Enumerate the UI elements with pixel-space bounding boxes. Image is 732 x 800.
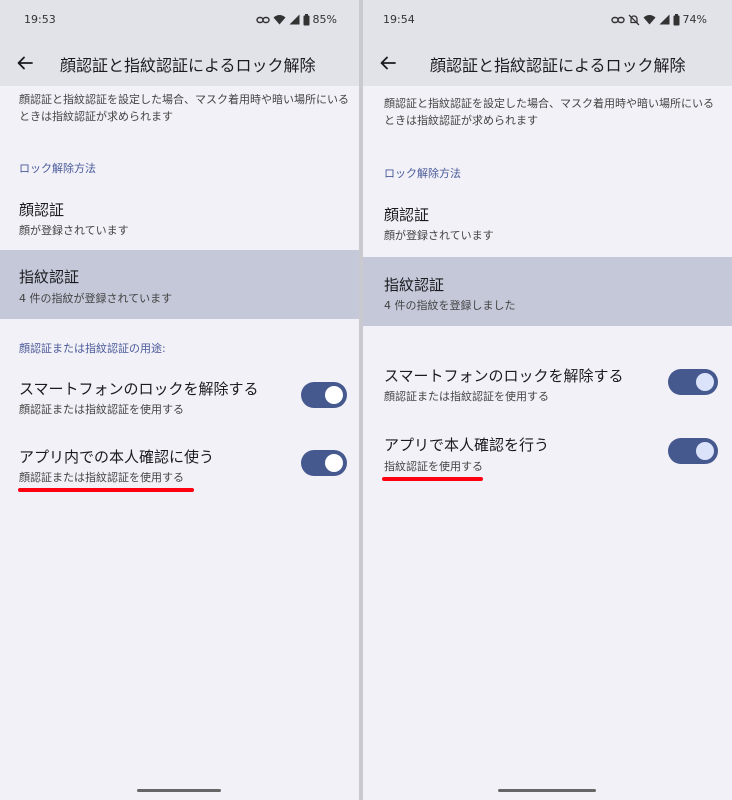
page-title: 顔認証と指紋認証によるロック解除 bbox=[60, 56, 316, 75]
battery-icon bbox=[303, 13, 310, 26]
app-auth-title: アプリで本人確認を行う bbox=[384, 436, 550, 454]
fingerprint-item[interactable]: 指紋認証 4 件の指紋を登録しました bbox=[363, 257, 732, 326]
left-phone-screen: 19:53 85% 顔認証と指紋認証によるロック解除 顔認証と指紋認証を設定した… bbox=[0, 0, 359, 800]
phone-unlock-subtitle: 顔認証または指紋認証を使用する bbox=[19, 403, 184, 416]
toggle-knob bbox=[696, 373, 714, 391]
face-unlock-title: 顔認証 bbox=[19, 201, 65, 219]
app-auth-subtitle: 顔認証または指紋認証を使用する bbox=[19, 471, 184, 484]
status-time: 19:53 bbox=[24, 13, 56, 26]
page-title: 顔認証と指紋認証によるロック解除 bbox=[430, 56, 686, 75]
phone-unlock-toggle[interactable] bbox=[301, 382, 347, 408]
signal-icon bbox=[659, 14, 670, 25]
toggle-knob bbox=[696, 442, 714, 460]
comparison-screenshot: 19:53 85% 顔認証と指紋認証によるロック解除 顔認証と指紋認証を設定した… bbox=[0, 0, 732, 800]
face-unlock-subtitle: 顔が登録されています bbox=[19, 224, 129, 237]
fingerprint-title: 指紋認証 bbox=[19, 268, 80, 286]
wifi-icon bbox=[273, 14, 286, 25]
app-bar: 顔認証と指紋認証によるロック解除 bbox=[0, 40, 359, 86]
description-text: 顔認証と指紋認証を設定した場合、マスク着用時や暗い場所にいるときは指紋認証が求め… bbox=[19, 93, 349, 123]
status-icons: 85% bbox=[255, 13, 337, 26]
status-icons: 74% bbox=[610, 13, 707, 26]
fingerprint-title: 指紋認証 bbox=[384, 276, 445, 294]
description-text: 顔認証と指紋認証を設定した場合、マスク着用時や暗い場所にいるときは指紋認証が求め… bbox=[384, 97, 714, 127]
app-bar: 顔認証と指紋認証によるロック解除 bbox=[363, 40, 732, 86]
right-phone-screen: 19:54 74% 顔認証と指紋認証によるロック解除 顔認証と指紋認証を設定した… bbox=[363, 0, 732, 800]
battery-icon bbox=[673, 13, 680, 26]
status-bar: 19:53 85% bbox=[0, 0, 359, 40]
back-arrow-icon[interactable] bbox=[14, 52, 36, 74]
app-auth-subtitle: 指紋認証を使用する bbox=[384, 460, 483, 473]
mute-icon bbox=[628, 14, 640, 26]
gesture-nav-bar[interactable] bbox=[498, 789, 596, 792]
unlock-method-header: ロック解除方法 bbox=[384, 167, 461, 180]
fingerprint-subtitle: 4 件の指紋が登録されています bbox=[19, 292, 173, 305]
annotation-underline bbox=[382, 477, 483, 481]
phone-unlock-subtitle: 顔認証または指紋認証を使用する bbox=[384, 390, 549, 403]
status-time: 19:54 bbox=[383, 13, 415, 26]
usage-section-header: 顔認証または指紋認証の用途: bbox=[19, 342, 166, 355]
phone-unlock-title: スマートフォンのロックを解除する bbox=[384, 367, 624, 385]
link-icon bbox=[255, 15, 270, 25]
fingerprint-subtitle: 4 件の指紋を登録しました bbox=[384, 299, 516, 312]
phone-unlock-title: スマートフォンのロックを解除する bbox=[19, 380, 259, 398]
link-icon bbox=[610, 15, 625, 25]
face-unlock-title: 顔認証 bbox=[384, 206, 430, 224]
back-arrow-icon[interactable] bbox=[377, 52, 399, 74]
battery-percent: 74% bbox=[682, 13, 707, 26]
signal-icon bbox=[289, 14, 300, 25]
app-auth-toggle[interactable] bbox=[668, 438, 718, 464]
face-unlock-subtitle: 顔が登録されています bbox=[384, 229, 494, 242]
wifi-icon bbox=[643, 14, 656, 25]
battery-percent: 85% bbox=[312, 13, 337, 26]
toggle-knob bbox=[325, 386, 343, 404]
toggle-knob bbox=[325, 454, 343, 472]
unlock-method-header: ロック解除方法 bbox=[19, 162, 96, 175]
status-bar: 19:54 74% bbox=[363, 0, 732, 40]
app-auth-toggle[interactable] bbox=[301, 450, 347, 476]
annotation-underline bbox=[18, 488, 194, 492]
fingerprint-item[interactable]: 指紋認証 4 件の指紋が登録されています bbox=[0, 250, 359, 319]
app-auth-title: アプリ内での本人確認に使う bbox=[19, 448, 215, 466]
gesture-nav-bar[interactable] bbox=[137, 789, 221, 792]
phone-unlock-toggle[interactable] bbox=[668, 369, 718, 395]
